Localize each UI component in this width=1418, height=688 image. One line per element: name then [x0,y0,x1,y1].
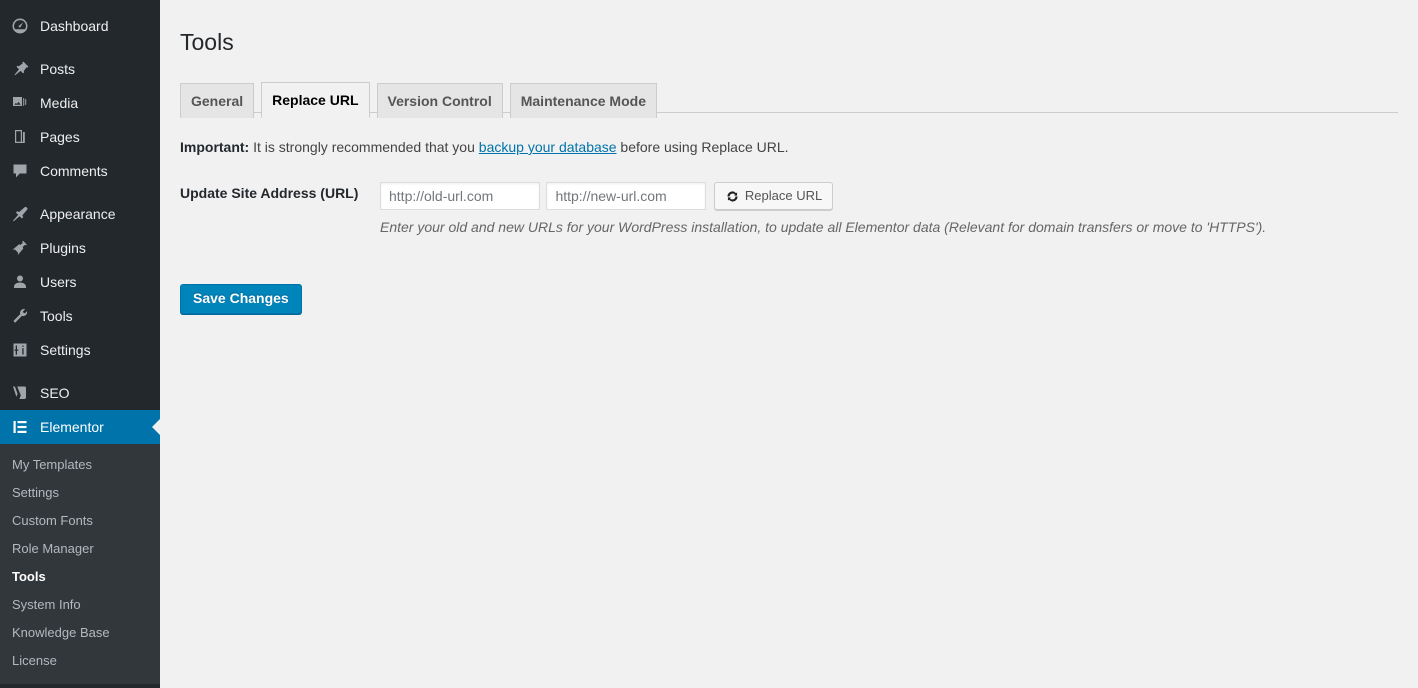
content-inner: Tools General Replace URL Version Control M… [160,0,1418,324]
replace-url-button[interactable]: Replace URL [713,182,834,210]
page-title: Tools [180,29,234,55]
pin-icon [10,59,34,79]
sidebar-separator [0,367,160,376]
sidebar-item-tools[interactable]: Tools [0,299,160,333]
plugins-plug-icon [10,238,34,258]
sidebar-item-seo[interactable]: SEO [0,376,160,410]
sidebar-subitem-role-manager[interactable]: Role Manager [0,535,160,563]
sidebar-item-settings[interactable]: Settings [0,333,160,367]
replace-url-button-label: Replace URL [744,188,823,203]
sidebar-item-label: Dashboard [40,18,109,34]
sidebar-item-appearance[interactable]: Appearance [0,197,160,231]
important-notice: Important: It is strongly recommended th… [180,137,1398,158]
tab-general[interactable]: General [180,83,255,118]
admin-page: Dashboard Posts Media Pages Comments App… [0,0,1418,688]
tab-version-control[interactable]: Version Control [376,83,503,118]
sidebar-group-content: Posts Media Pages Comments [0,52,160,188]
comments-icon [10,161,34,181]
sidebar-subitem-knowledge-base[interactable]: Knowledge Base [0,619,160,647]
sidebar-top-spacer [0,0,160,9]
replace-url-description: Enter your old and new URLs for your Wor… [380,219,1267,235]
update-circular-arrows-icon [725,189,740,204]
sidebar-separator [0,188,160,197]
sidebar-group-main: Dashboard [0,9,160,43]
sidebar-item-comments[interactable]: Comments [0,154,160,188]
tools-wrench-icon [10,306,34,326]
replace-url-form-table: Update Site Address (URL) Replace URL En… [180,172,1398,258]
sidebar-subitem-custom-fonts[interactable]: Custom Fonts [0,507,160,535]
save-changes-button[interactable]: Save Changes [180,283,302,314]
notice-text-before: It is strongly recommended that you [249,139,479,155]
users-icon [10,272,34,292]
settings-tabs: General Replace URL Version Control Mainten… [180,73,1398,118]
sidebar-item-posts[interactable]: Posts [0,52,160,86]
sidebar-subitem-tools[interactable]: Tools [0,563,160,591]
sidebar-subitem-settings[interactable]: Settings [0,479,160,507]
tab-replace-url[interactable]: Replace URL [261,82,370,118]
sidebar-subitem-license[interactable]: License [0,647,160,675]
yoast-seo-icon [10,383,34,403]
sidebar-item-label: Appearance [40,206,116,222]
sidebar-item-label: Settings [40,342,91,358]
sidebar-item-elementor[interactable]: Elementor [0,410,160,444]
tab-maintenance-mode[interactable]: Maintenance Mode [509,83,657,118]
sidebar-item-label: Plugins [40,240,86,256]
submit-row: Save Changes [180,283,1398,324]
update-site-address-label: Update Site Address (URL) [180,185,359,201]
sidebar-group-plugins: SEO Elementor [0,376,160,444]
sidebar-item-media[interactable]: Media [0,86,160,120]
appearance-brush-icon [10,204,34,224]
sidebar-subitem-my-templates[interactable]: My Templates [0,451,160,479]
pages-icon [10,127,34,147]
settings-sliders-icon [10,340,34,360]
new-url-input[interactable] [546,182,707,210]
backup-database-link[interactable]: backup your database [479,139,617,155]
main-content: Tools General Replace URL Version Control M… [160,0,1418,688]
sidebar-item-label: Posts [40,61,76,77]
sidebar-submenu-elementor: My Templates Settings Custom Fonts Role … [0,444,160,684]
sidebar-item-label: Comments [40,163,108,179]
media-icon [10,93,34,113]
notice-text-after: before using Replace URL. [616,139,789,155]
sidebar-item-pages[interactable]: Pages [0,120,160,154]
sidebar-item-label: Pages [40,129,80,145]
sidebar-group-admin: Appearance Plugins Users Tools Settings [0,197,160,367]
notice-strong-label: Important: [180,139,250,155]
update-site-address-field-cell: Replace URL Enter your old and new URLs … [380,172,1398,258]
old-url-input[interactable] [380,182,540,210]
elementor-icon [10,417,34,437]
admin-sidebar: Dashboard Posts Media Pages Comments App… [0,0,160,688]
sidebar-item-plugins[interactable]: Plugins [0,231,160,265]
sidebar-separator [0,43,160,52]
sidebar-item-label: Users [40,274,77,290]
sidebar-item-users[interactable]: Users [0,265,160,299]
sidebar-item-label: Media [40,95,79,111]
table-row: Update Site Address (URL) Replace URL En… [180,172,1398,258]
sidebar-item-dashboard[interactable]: Dashboard [0,9,160,43]
sidebar-item-label: Tools [40,308,73,324]
dashboard-icon [10,16,34,36]
sidebar-item-label: Elementor [40,419,104,435]
sidebar-item-label: SEO [40,385,70,401]
sidebar-subitem-system-info[interactable]: System Info [0,591,160,619]
